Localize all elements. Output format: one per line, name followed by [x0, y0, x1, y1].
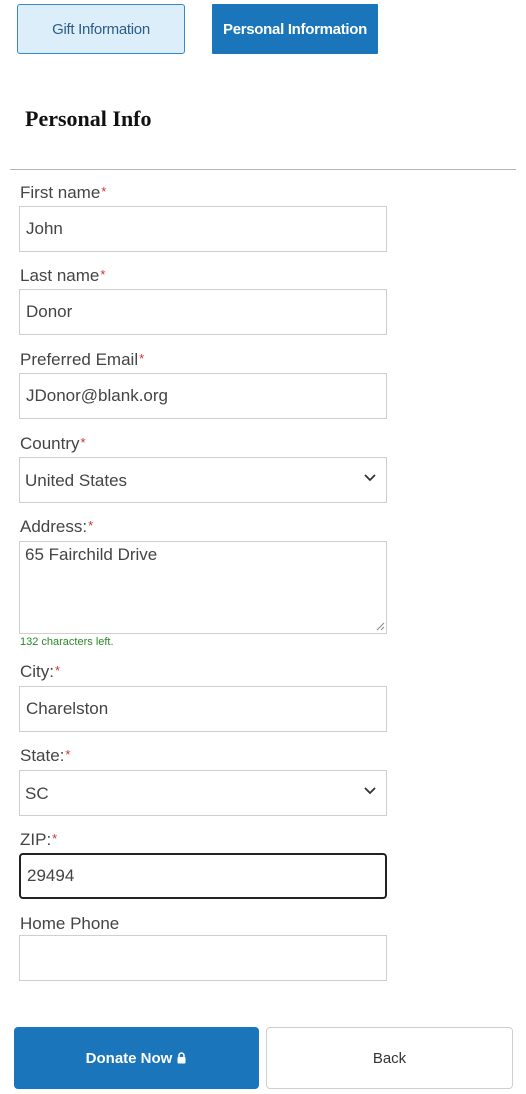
- section-heading: Personal Info: [25, 106, 152, 131]
- country-label: Country*: [20, 434, 86, 453]
- email-label: Preferred Email*: [20, 350, 145, 369]
- tab-personal-information[interactable]: Personal Information: [212, 4, 378, 54]
- last-name-label: Last name*: [20, 266, 106, 285]
- state-selected-value: SC: [25, 784, 49, 803]
- chevron-down-icon: [364, 474, 376, 482]
- back-label: Back: [372, 1049, 407, 1067]
- country-selected-value: United States: [25, 471, 128, 490]
- home-phone-label: Home Phone: [20, 914, 120, 933]
- last-name-input[interactable]: [19, 289, 387, 335]
- address-textarea[interactable]: 65 Fairchild Drive: [19, 541, 387, 634]
- email-input[interactable]: [19, 373, 387, 419]
- first-name-input[interactable]: [19, 206, 387, 252]
- zip-input[interactable]: [19, 853, 387, 899]
- back-button[interactable]: Back: [266, 1027, 513, 1089]
- address-char-count: 132 characters left.: [20, 636, 114, 648]
- required-marker: *: [88, 518, 94, 533]
- tab-gift-information-label: Gift Information: [52, 20, 150, 38]
- required-marker: *: [80, 435, 86, 450]
- required-marker: *: [65, 747, 71, 762]
- resize-handle-icon[interactable]: [375, 621, 385, 631]
- country-select[interactable]: United States: [19, 457, 387, 503]
- state-label: State:*: [20, 746, 71, 765]
- home-phone-input[interactable]: [19, 935, 387, 981]
- required-marker: *: [52, 831, 58, 846]
- state-select[interactable]: SC: [19, 770, 387, 816]
- donate-now-label: Donate Now: [85, 1049, 173, 1067]
- chevron-down-icon: [364, 787, 376, 795]
- required-marker: *: [100, 267, 106, 282]
- address-label: Address:*: [20, 517, 94, 536]
- city-label: City:*: [20, 662, 61, 681]
- lock-icon: [177, 1052, 186, 1064]
- zip-label: ZIP:*: [20, 830, 58, 849]
- tab-gift-information[interactable]: Gift Information: [17, 4, 185, 54]
- tab-personal-information-label: Personal Information: [222, 20, 368, 38]
- city-input[interactable]: [19, 686, 387, 732]
- section-divider: [10, 169, 516, 170]
- first-name-label: First name*: [20, 183, 107, 202]
- required-marker: *: [101, 184, 107, 199]
- donate-now-button[interactable]: Donate Now: [14, 1027, 259, 1089]
- required-marker: *: [55, 663, 61, 678]
- required-marker: *: [139, 351, 145, 366]
